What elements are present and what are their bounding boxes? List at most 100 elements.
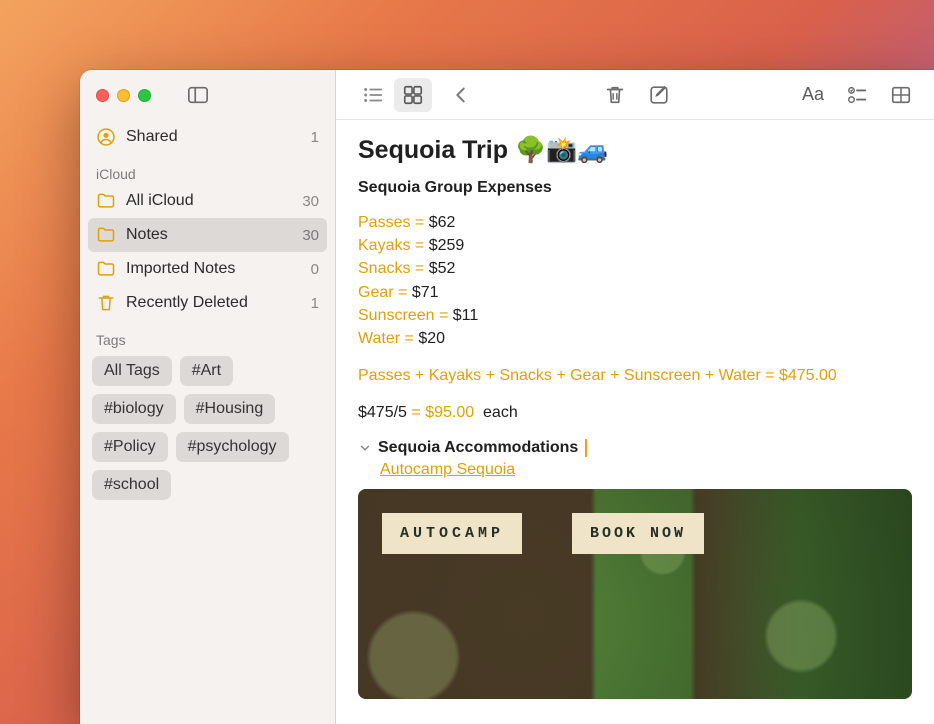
attachment-cta-button[interactable]: BOOK NOW xyxy=(572,513,704,554)
sidebar-folder-item[interactable]: Imported Notes 0 xyxy=(88,252,327,286)
expense-name: Snacks xyxy=(358,260,410,277)
expense-line: Snacks = $52 xyxy=(358,257,912,280)
tag-chip[interactable]: All Tags xyxy=(92,356,172,386)
expense-value: $71 xyxy=(412,284,439,301)
tag-chip[interactable]: #Housing xyxy=(184,394,276,424)
tag-chip[interactable]: #school xyxy=(92,470,171,500)
text-cursor xyxy=(585,439,587,457)
sidebar-item-label: Imported Notes xyxy=(126,260,301,278)
expense-value: $259 xyxy=(429,237,465,254)
expense-value: $62 xyxy=(429,214,456,231)
tag-chip[interactable]: #Policy xyxy=(92,432,168,462)
expense-name: Sunscreen xyxy=(358,307,435,324)
sidebar-item-count: 30 xyxy=(302,227,319,244)
titlebar xyxy=(80,70,335,120)
table-icon xyxy=(890,84,912,106)
compose-icon xyxy=(648,84,670,106)
new-note-button[interactable] xyxy=(644,80,674,110)
folder-icon xyxy=(96,225,116,245)
list-icon xyxy=(362,84,384,106)
expense-value: $20 xyxy=(418,330,445,347)
delete-button[interactable] xyxy=(600,80,630,110)
zoom-button[interactable] xyxy=(138,89,151,102)
sidebar-folder-item[interactable]: Notes 30 xyxy=(88,218,327,252)
toggle-sidebar-button[interactable] xyxy=(183,80,213,110)
view-mode-segment xyxy=(354,78,432,112)
format-button[interactable]: Aa xyxy=(798,80,828,109)
attachment-logo: AUTOCAMP xyxy=(382,513,522,554)
window-controls xyxy=(96,89,151,102)
tag-chip[interactable]: #Art xyxy=(180,356,233,386)
expense-line: Passes = $62 xyxy=(358,211,912,234)
sidebar-content: Shared 1 iCloud All iCloud30Notes30Impor… xyxy=(80,120,335,514)
sidebar-folder-item[interactable]: Recently Deleted 1 xyxy=(88,286,327,320)
sidebar: Shared 1 iCloud All iCloud30Notes30Impor… xyxy=(80,70,336,724)
formula-term: Passes xyxy=(358,367,410,384)
expense-list: Passes = $62Kayaks = $259Snacks = $52Gea… xyxy=(358,211,912,350)
expense-line: Gear = $71 xyxy=(358,281,912,304)
tags-container: All Tags #Art#biology #Housing #Policy #psyc… xyxy=(88,350,327,506)
attachment-preview[interactable]: AUTOCAMP BOOK NOW xyxy=(358,489,912,699)
close-button[interactable] xyxy=(96,89,109,102)
sidebar-item-label: All iCloud xyxy=(126,192,292,210)
formula-term: Sunscreen xyxy=(624,367,701,384)
expense-name: Passes xyxy=(358,214,410,231)
sidebar-item-count: 1 xyxy=(311,129,319,146)
main-pane: Aa Sequoia Trip 🌳📸🚙 Sequoia Group Expens… xyxy=(336,70,934,724)
person-circle-icon xyxy=(96,127,116,147)
per-head-line: $475/5 = $95.00 each xyxy=(358,401,912,424)
accommodations-heading[interactable]: Sequoia Accommodations xyxy=(358,439,912,457)
folder-icon xyxy=(96,191,116,211)
tag-chip[interactable]: #psychology xyxy=(176,432,289,462)
expense-name: Water xyxy=(358,330,400,347)
gallery-view-button[interactable] xyxy=(394,78,432,112)
checklist-button[interactable] xyxy=(842,80,872,110)
sidebar-item-label: Notes xyxy=(126,226,292,244)
expense-line: Sunscreen = $11 xyxy=(358,304,912,327)
sidebar-item-count: 30 xyxy=(302,193,319,210)
table-button[interactable] xyxy=(886,80,916,110)
minimize-button[interactable] xyxy=(117,89,130,102)
formula-term: Gear xyxy=(570,367,606,384)
sidebar-section-tags: Tags xyxy=(88,320,327,350)
sidebar-icon xyxy=(187,84,209,106)
per-head-lhs: $475/5 xyxy=(358,404,407,421)
checklist-icon xyxy=(846,84,868,106)
sidebar-item-label: Shared xyxy=(126,128,301,146)
formula-result: $475.00 xyxy=(779,367,837,384)
chevron-left-icon xyxy=(450,84,472,106)
expense-line: Water = $20 xyxy=(358,327,912,350)
sidebar-item-count: 0 xyxy=(311,261,319,278)
aa-icon: Aa xyxy=(802,84,824,105)
expense-name: Kayaks xyxy=(358,237,410,254)
notes-app-window: Shared 1 iCloud All iCloud30Notes30Impor… xyxy=(80,70,934,724)
formula-line: Passes + Kayaks + Snacks + Gear + Sunscr… xyxy=(358,364,912,387)
note-body[interactable]: Sequoia Trip 🌳📸🚙 Sequoia Group Expenses … xyxy=(336,120,934,715)
expense-line: Kayaks = $259 xyxy=(358,234,912,257)
accommodations-link[interactable]: Autocamp Sequoia xyxy=(380,461,515,479)
toolbar: Aa xyxy=(336,70,934,120)
chevron-down-icon xyxy=(358,441,372,455)
expense-value: $11 xyxy=(453,307,479,324)
expense-value: $52 xyxy=(429,260,456,277)
sidebar-item-label: Recently Deleted xyxy=(126,294,301,312)
formula-term: Kayaks xyxy=(429,367,481,384)
per-head-result: $95.00 xyxy=(425,404,474,421)
grid-icon xyxy=(402,84,424,106)
sidebar-item-count: 1 xyxy=(311,295,319,312)
formula-term: Water xyxy=(719,367,761,384)
sidebar-item-shared[interactable]: Shared 1 xyxy=(88,120,327,154)
trash-icon xyxy=(604,84,626,106)
sidebar-section-icloud: iCloud xyxy=(88,154,327,184)
tag-chip[interactable]: #biology xyxy=(92,394,176,424)
formula-term: Snacks xyxy=(499,367,551,384)
trash-icon xyxy=(96,293,116,313)
note-title: Sequoia Trip 🌳📸🚙 xyxy=(358,136,912,165)
back-button[interactable] xyxy=(446,80,476,110)
folder-icon xyxy=(96,259,116,279)
sidebar-folder-item[interactable]: All iCloud 30 xyxy=(88,184,327,218)
expense-name: Gear xyxy=(358,284,394,301)
accommodations-heading-label: Sequoia Accommodations xyxy=(378,439,578,457)
per-head-suffix: each xyxy=(483,404,518,421)
list-view-button[interactable] xyxy=(354,78,392,112)
